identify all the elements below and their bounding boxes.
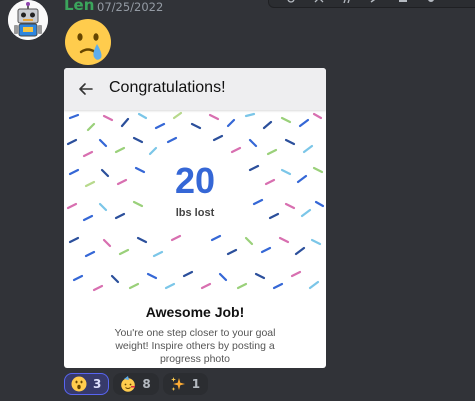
partying-face-icon: [121, 376, 136, 392]
thread-icon[interactable]: [341, 0, 353, 5]
confetti-decoration: [66, 111, 325, 292]
message-hover-toolbar: [268, 0, 475, 8]
reply-icon[interactable]: [313, 0, 325, 5]
message-timestamp: 07/25/2022: [97, 0, 164, 14]
embedded-image[interactable]: Congratulations! 20 lbs lost Awesome Job…: [64, 68, 326, 368]
reaction-partying[interactable]: 8: [113, 373, 159, 395]
app-header-bar: Congratulations!: [64, 68, 326, 110]
sparkles-icon: [170, 377, 185, 391]
back-arrow-icon[interactable]: [78, 81, 94, 97]
edit-icon[interactable]: [369, 0, 381, 5]
encouragement-text: You're one step closer to your goal weig…: [114, 327, 276, 365]
weight-lost-number: 20: [174, 160, 216, 201]
reactions-bar: 3 8 1: [64, 373, 209, 395]
sad-tear-face-emoji-icon: [64, 18, 112, 66]
robot-avatar-icon: [8, 0, 48, 40]
reaction-count: 1: [191, 377, 201, 391]
reaction-count: 3: [93, 377, 102, 391]
username[interactable]: Len: [64, 0, 94, 14]
app-screen-title: Congratulations!: [109, 79, 226, 96]
user-avatar[interactable]: [8, 0, 48, 40]
astonished-face-icon: [71, 376, 87, 392]
reaction-sparkles[interactable]: 1: [162, 373, 209, 395]
awesome-job-heading: Awesome Job!: [145, 304, 245, 320]
more-options-icon[interactable]: [425, 0, 437, 5]
reaction-astonished[interactable]: 3: [64, 373, 110, 395]
weight-lost-unit: lbs lost: [175, 207, 215, 219]
forward-icon[interactable]: [397, 0, 409, 5]
reaction-count: 8: [142, 377, 151, 391]
add-reaction-icon[interactable]: [285, 0, 297, 5]
